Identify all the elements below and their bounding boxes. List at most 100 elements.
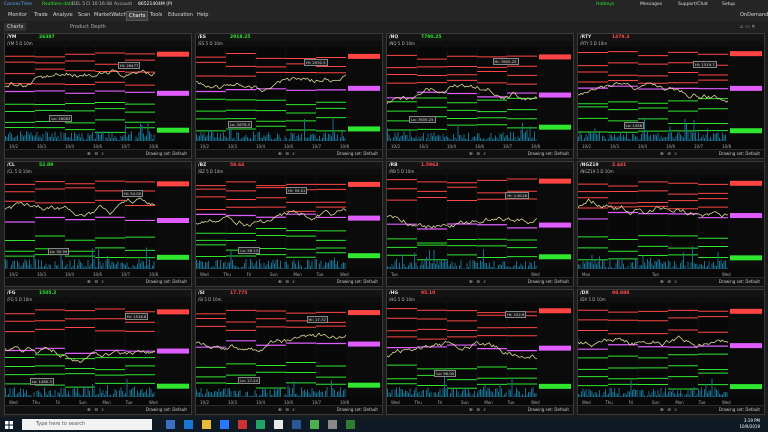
symbol-selector[interactable]: /BZ [198,163,206,168]
word-icon[interactable] [292,420,301,429]
aggregation-label[interactable]: /ES 5 D 10m [198,41,223,46]
chart-panel[interactable]: /NGZ19 2.441/NGZ19 5 D 10m Mon Tue Wed ⊕ ⊖ ⌕ D… [577,161,765,287]
price-chart[interactable] [578,47,764,141]
menu-analyze[interactable]: Analyze [51,11,75,19]
symbol-selector[interactable]: /SI [198,291,205,296]
aggregation-label[interactable]: /BZ 5 D 10m [198,169,223,174]
ondemand-button[interactable]: OnDemand [738,11,768,19]
drawing-set-label[interactable]: Drawing set: Default [528,279,569,284]
hotkeys-link[interactable]: Hotkeys [596,2,614,7]
drawing-set-label[interactable]: Drawing set: Default [528,407,569,412]
menu-charts[interactable]: Charts [126,11,149,21]
chrome-icon[interactable] [274,420,283,429]
chart-panel[interactable]: /NQ 7790.25/NQ 5 D 10m Hi: 7805.25 Lo: 7655… [386,33,574,159]
drawing-set-label[interactable]: Drawing set: Default [719,279,760,284]
zoom-controls-icon[interactable]: ⊕ ⊖ ⌕ [278,407,296,413]
toolbar-window-controls[interactable]: ▫ ▭ ✕ [740,23,755,31]
chart-panel[interactable]: /DX 98.888/DX 5 D 10m Wed Thu Fri Sun Mon Tue We… [577,289,765,415]
app-icon[interactable] [328,420,337,429]
price-chart[interactable] [578,175,764,269]
zoom-controls-icon[interactable]: ⊕ ⊖ ⌕ [469,407,487,413]
chart-panel[interactable]: /FG 1505.2/FG 5 D 10m Hi: 1516.8 Lo: 1480.3… [4,289,192,415]
messages-link[interactable]: Messages [640,2,662,7]
symbol-selector[interactable]: /HG [389,291,398,296]
account-number[interactable]: 86521404M (P) [138,2,172,7]
price-chart[interactable] [5,175,191,269]
aggregation-label[interactable]: /SI 5 D 10m [198,297,222,302]
aggregation-label[interactable]: /RB 5 D 10m [389,169,414,174]
thinkorswim-icon[interactable] [310,420,319,429]
app-icon-2[interactable] [346,420,355,429]
chart-panel[interactable]: /SI 17.775/SI 5 D 10m Hi: 17.72 Lo: 17.24 10… [195,289,383,415]
zoom-controls-icon[interactable]: ⊕ ⊖ ⌕ [87,407,105,413]
zoom-controls-icon[interactable]: ⊕ ⊖ ⌕ [660,151,678,157]
menu-tools[interactable]: Tools [148,11,164,19]
windows-start-icon[interactable] [5,421,13,429]
price-chart[interactable] [196,47,382,141]
zoom-controls-icon[interactable]: ⊕ ⊖ ⌕ [660,407,678,413]
taskbar-search-input[interactable]: Type here to search [22,419,152,430]
zoom-controls-icon[interactable]: ⊕ ⊖ ⌕ [660,279,678,285]
menu-monitor[interactable]: Monitor [6,11,29,19]
symbol-selector[interactable]: /RTY [580,35,591,40]
chart-panel[interactable]: /ES 2918.25/ES 5 D 10m Hi: 2932.5 Lo: 2878.… [195,33,383,159]
chart-panel[interactable]: /YM 26387/YM 5 D 10m Hi: 26477 Lo: 26083 10/… [4,33,192,159]
symbol-selector[interactable]: /RB [389,163,398,168]
aggregation-label[interactable]: /DX 5 D 10m [580,297,606,302]
zoom-controls-icon[interactable]: ⊕ ⊖ ⌕ [469,151,487,157]
chart-panel[interactable]: /CL 52.89/CL 5 D 10m Hi: 54.00 Lo: 50.99 10/… [4,161,192,287]
menu-education[interactable]: Education [166,11,195,19]
charts-tab[interactable]: Charts [4,23,27,31]
drawing-set-label[interactable]: Drawing set: Default [719,151,760,156]
menu-scan[interactable]: Scan [76,11,92,19]
price-chart[interactable] [387,175,573,269]
drawing-set-label[interactable]: Drawing set: Default [146,407,187,412]
price-chart[interactable] [5,47,191,141]
zoom-controls-icon[interactable]: ⊕ ⊖ ⌕ [87,279,105,285]
drawing-set-label[interactable]: Drawing set: Default [528,151,569,156]
menu-marketwatch[interactable]: MarketWatch [92,11,129,19]
price-chart[interactable] [578,303,764,397]
price-chart[interactable] [196,303,382,397]
zoom-controls-icon[interactable]: ⊕ ⊖ ⌕ [87,151,105,157]
chart-panel[interactable]: /HG 95.10/HG 5 D 10m Hi: 102.6 Lo: 96.00 Wed… [386,289,574,415]
symbol-selector[interactable]: /NQ [389,35,398,40]
symbol-selector[interactable]: /ES [198,35,206,40]
store-icon[interactable] [220,420,229,429]
menu-trade[interactable]: Trade [32,11,50,19]
aggregation-label[interactable]: /NGZ19 5 D 10m [580,169,614,174]
task-view-icon[interactable] [166,420,175,429]
aggregation-label[interactable]: /RTY 5 D 10m [580,41,607,46]
zoom-controls-icon[interactable]: ⊕ ⊖ ⌕ [278,151,296,157]
excel-icon[interactable] [256,420,265,429]
file-explorer-icon[interactable] [202,420,211,429]
price-chart[interactable] [387,47,573,141]
mail-icon[interactable] [238,420,247,429]
symbol-selector[interactable]: /CL [7,163,15,168]
price-chart[interactable] [387,303,573,397]
symbol-selector[interactable]: /FG [7,291,15,296]
product-depth-tab[interactable]: Product Depth [70,23,106,31]
chart-panel[interactable]: /RB 1.5963/RB 5 D 10m Hi: 1.6126 Tue Wed ⊕ ⊖ … [386,161,574,287]
drawing-set-label[interactable]: Drawing set: Default [337,407,378,412]
aggregation-label[interactable]: /CL 5 D 10m [7,169,32,174]
zoom-controls-icon[interactable]: ⊕ ⊖ ⌕ [469,279,487,285]
menu-help[interactable]: Help [195,11,210,19]
setup-link[interactable]: Setup [722,2,735,7]
drawing-set-label[interactable]: Drawing set: Default [337,151,378,156]
aggregation-label[interactable]: /NQ 5 D 10m [389,41,415,46]
edge-icon[interactable] [184,420,193,429]
aggregation-label[interactable]: /FG 5 D 10m [7,297,32,302]
support-chat-link[interactable]: Support/Chat [678,2,708,7]
aggregation-label[interactable]: /HG 5 D 10m [389,297,415,302]
system-clock[interactable]: 3:19 PM 10/9/2019 [739,418,760,430]
zoom-controls-icon[interactable]: ⊕ ⊖ ⌕ [278,279,296,285]
chart-panel[interactable]: /BZ 58.64/BZ 5 D 10m Hi: 59.01 Lo: 56.13 Wed… [195,161,383,287]
chart-panel[interactable]: /RTY 1479.3/RTY 5 D 10m Hi: 1519.7 Lo: 1458… [577,33,765,159]
drawing-set-label[interactable]: Drawing set: Default [146,151,187,156]
drawing-set-label[interactable]: Drawing set: Default [337,279,378,284]
drawing-set-label[interactable]: Drawing set: Default [719,407,760,412]
aggregation-label[interactable]: /YM 5 D 10m [7,41,33,46]
drawing-set-label[interactable]: Drawing set: Default [146,279,187,284]
symbol-selector[interactable]: /NGZ19 [580,163,599,168]
